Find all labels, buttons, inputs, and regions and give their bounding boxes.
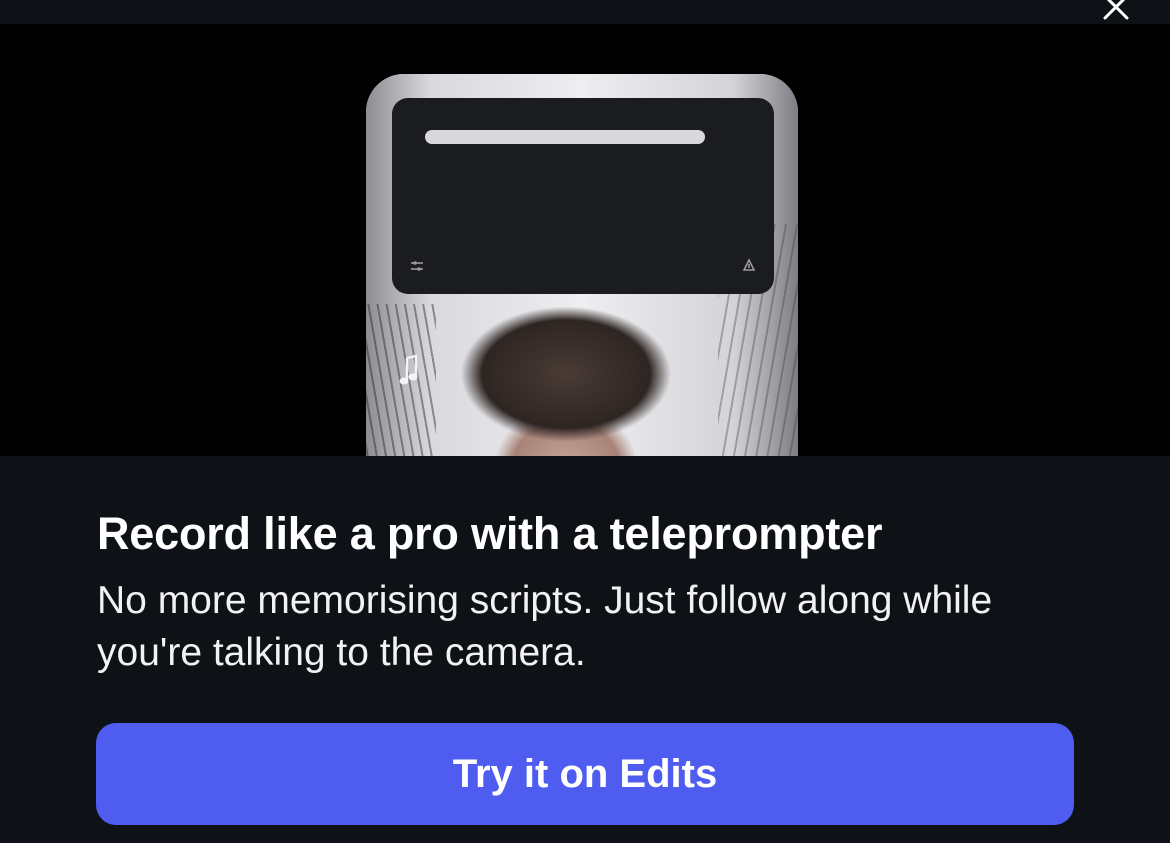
- teleprompter-overlay: [392, 98, 774, 294]
- promo-description: No more memorising scripts. Just follow …: [97, 579, 993, 674]
- feature-promo-sheet: Record like a pro with a teleprompter No…: [0, 0, 1170, 843]
- music-note-icon: [399, 354, 418, 385]
- top-bar: [0, 0, 1170, 24]
- try-it-on-edits-button[interactable]: Try it on Edits: [96, 723, 1074, 825]
- promo-title: Record like a pro with a teleprompter: [97, 508, 883, 559]
- prompter-settings-icon: [411, 261, 423, 271]
- phone-preview: [366, 74, 798, 456]
- teleprompter-text-line: [425, 130, 705, 144]
- close-button[interactable]: [1098, 0, 1134, 22]
- close-icon: [1103, 0, 1129, 20]
- prompter-speed-icon: [742, 258, 756, 271]
- preview-media: [0, 24, 1170, 456]
